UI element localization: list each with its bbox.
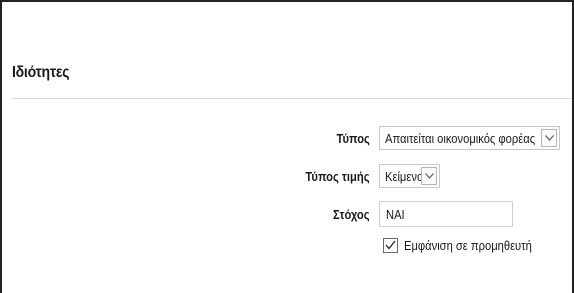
chevron-down-icon (424, 173, 434, 179)
value-type-row: Τύπος τιμής Κείμενο (2, 164, 572, 190)
type-dropdown-button[interactable] (541, 129, 557, 147)
chevron-down-icon (544, 135, 554, 141)
show-to-supplier-label: Εμφάνιση σε προμηθευτή (404, 237, 532, 253)
value-type-label: Τύπος τιμής (305, 169, 370, 184)
type-select[interactable]: Απαιτείται οικονομικός φορέας (379, 126, 560, 150)
type-label: Τύπος (336, 131, 370, 146)
target-input[interactable]: ΝΑΙ (379, 201, 513, 227)
checkmark-icon (385, 240, 396, 250)
target-label: Στόχος (333, 207, 370, 222)
type-row: Τύπος Απαιτείται οικονομικός φορέας (2, 126, 572, 152)
value-type-dropdown-button[interactable] (421, 167, 437, 185)
target-row: Στόχος ΝΑΙ (2, 201, 572, 227)
value-type-select[interactable]: Κείμενο (379, 164, 440, 188)
properties-panel: Ιδιότητες Τύπος Απαιτείται οικονομικός φ… (0, 0, 574, 293)
show-to-supplier-option[interactable]: Εμφάνιση σε προμηθευτή (383, 236, 553, 254)
value-type-select-value: Κείμενο (385, 169, 424, 184)
title-divider (12, 98, 572, 99)
target-input-value: ΝΑΙ (386, 207, 405, 222)
show-to-supplier-checkbox[interactable] (383, 237, 398, 253)
type-select-value: Απαιτείται οικονομικός φορέας (385, 131, 536, 146)
panel-title: Ιδιότητες (12, 64, 70, 81)
